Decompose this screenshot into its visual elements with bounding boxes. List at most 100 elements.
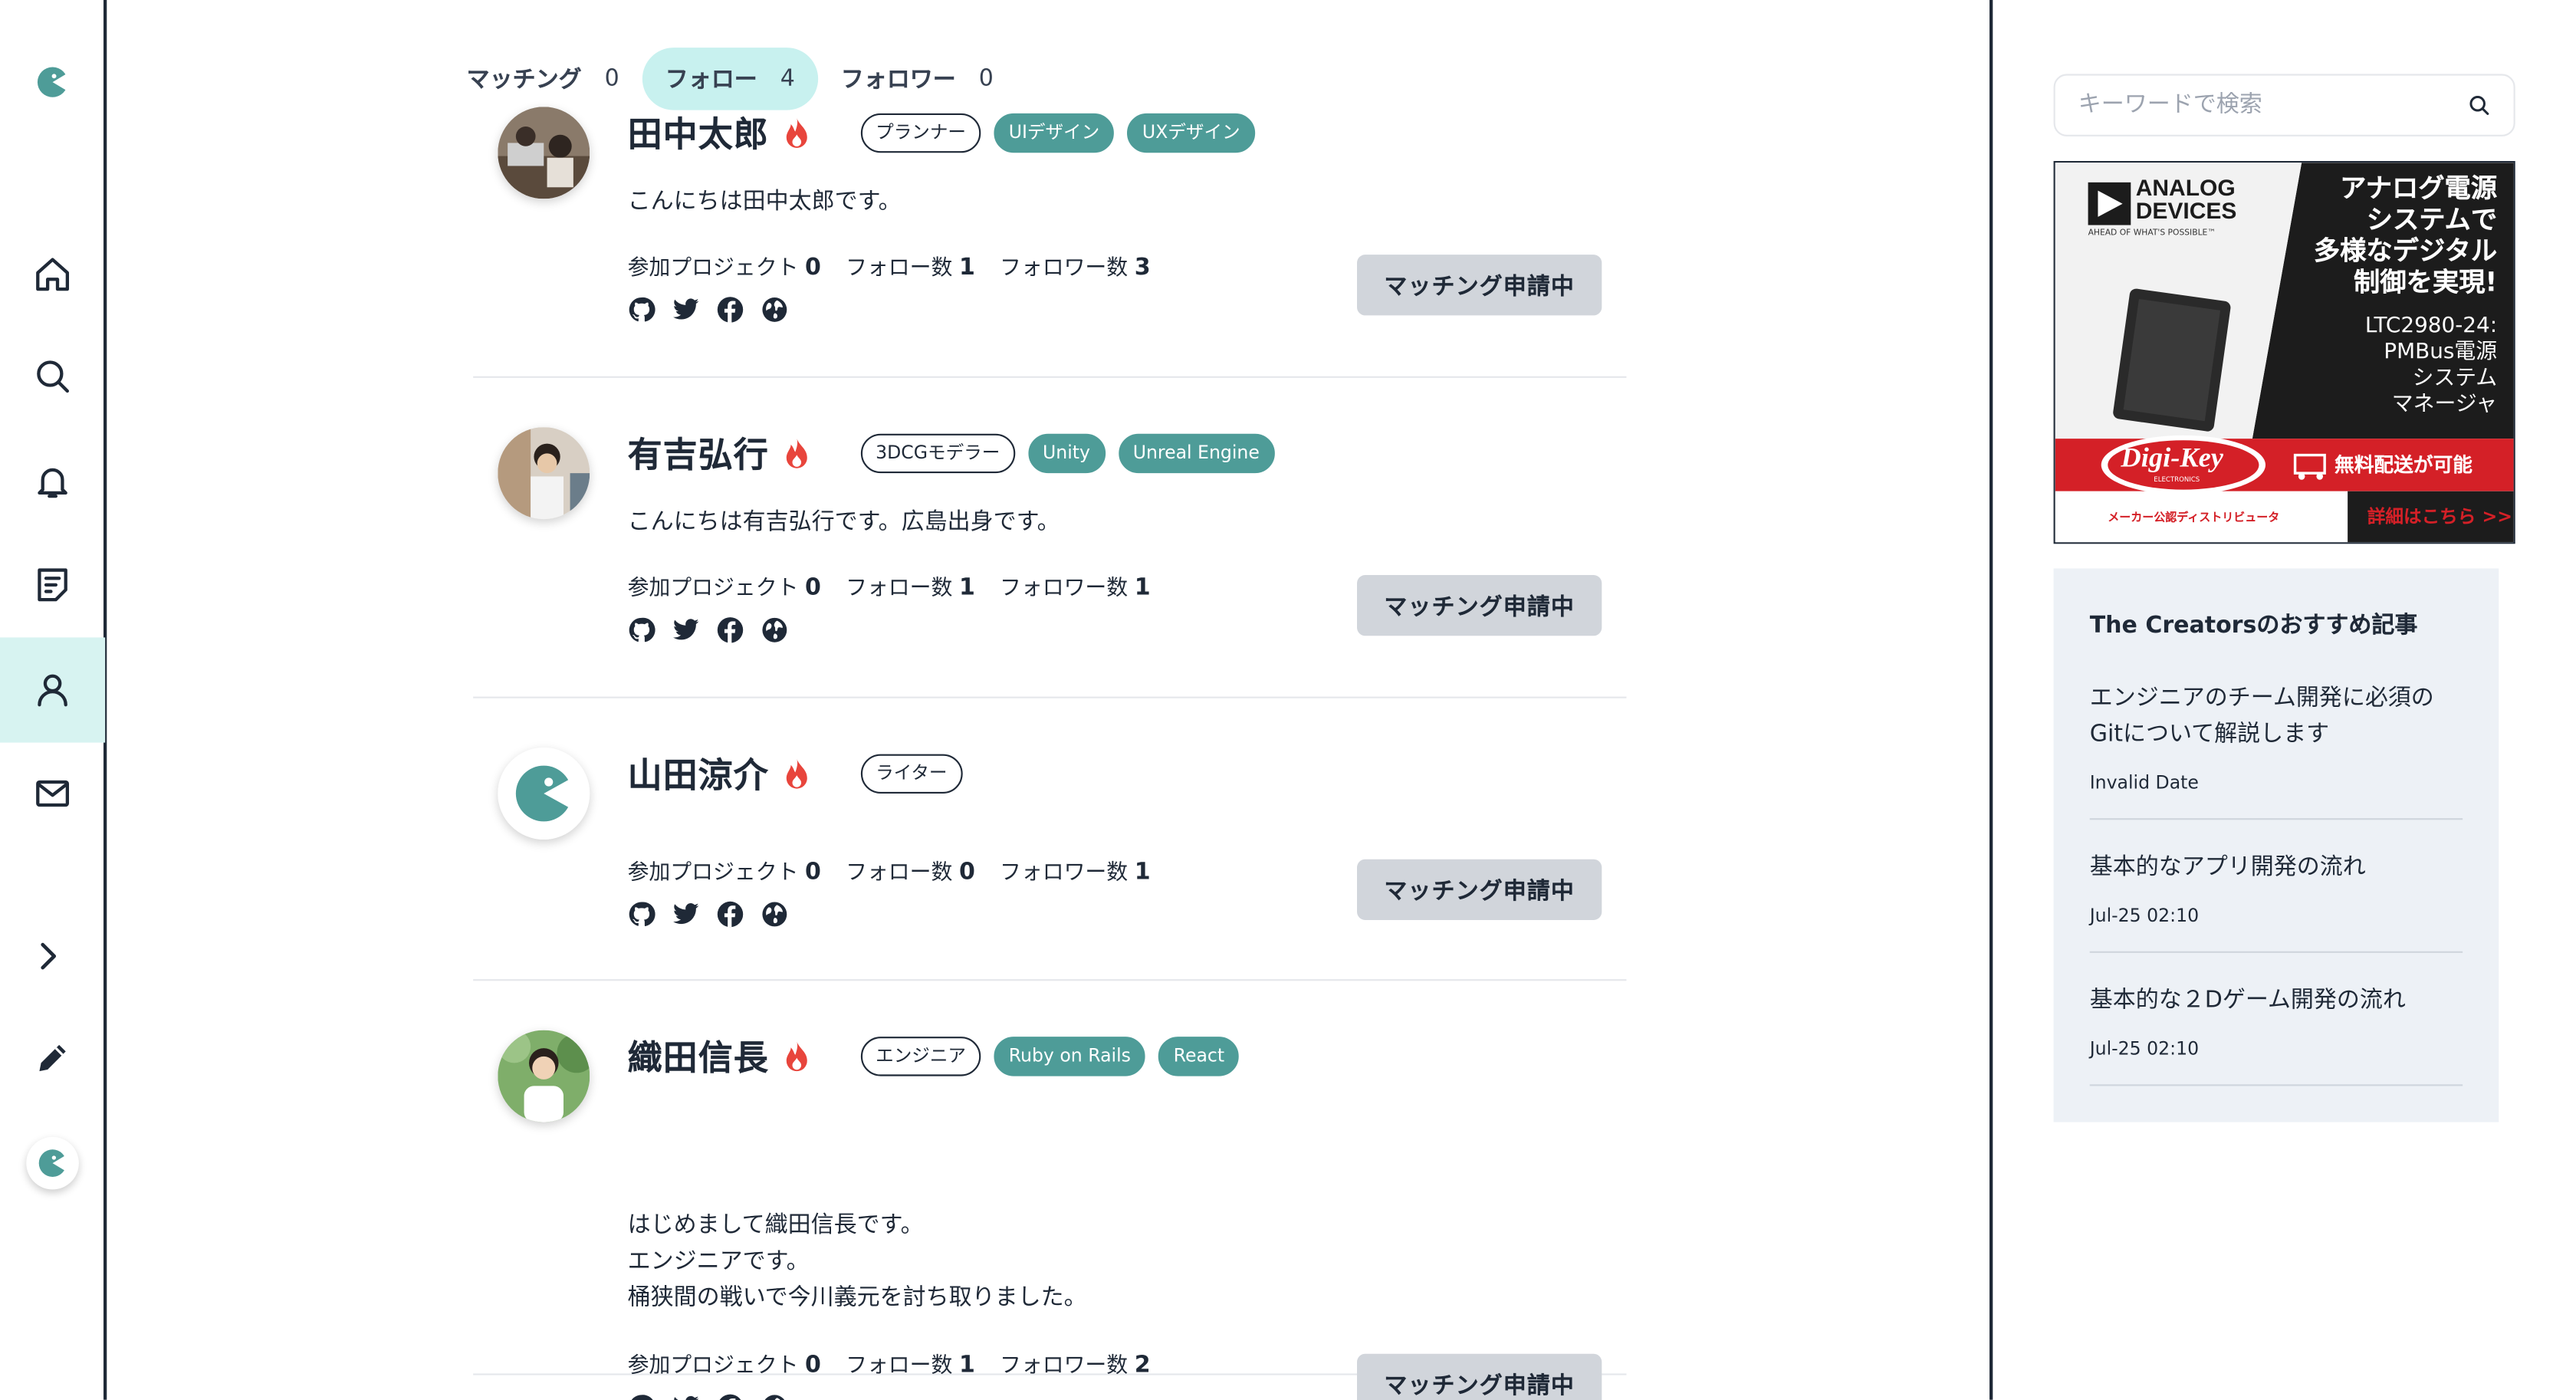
ad-headline: アナログ電源 システムで 多様なデジタル 制御を実現! [2313, 173, 2498, 297]
ad-shipping: 無料配送が可能 [2334, 453, 2473, 477]
search-icon[interactable] [2468, 94, 2491, 117]
globe-icon[interactable] [761, 1393, 788, 1400]
article-title[interactable]: エンジニアのチーム開発に必須のGitについて解説します [2090, 680, 2463, 752]
article-date: Jul-25 02:10 [2089, 1038, 2200, 1060]
stat-followers: フォロワー数 1 [999, 575, 1151, 602]
facebook-icon[interactable] [716, 1393, 744, 1400]
social-links [628, 616, 789, 644]
stat-projects: 参加プロジェクト 0 [627, 859, 821, 886]
user-tags: プランナー UIデザイン UXデザイン [860, 113, 1255, 153]
article-title[interactable]: 基本的な２Dゲーム開発の流れ [2090, 982, 2463, 1018]
user-avatar[interactable] [498, 1030, 590, 1122]
article-item[interactable]: 基本的なアプリ開発の流れ Jul-25 02:10 [2089, 850, 2463, 953]
user-avatar[interactable] [498, 747, 590, 840]
user-header: 織田信長 エンジニア Ruby on Rails React [628, 1032, 1240, 1081]
article-title[interactable]: 基本的なアプリ開発の流れ [2090, 850, 2463, 886]
tab-label: マッチング [466, 67, 582, 94]
user-tags: エンジニア Ruby on Rails React [860, 1037, 1240, 1076]
twitter-icon[interactable] [672, 1393, 699, 1400]
user-header: 有吉弘行 3DCGモデラー Unity Unreal Engine [628, 429, 1275, 478]
user-tags: ライター [860, 754, 962, 794]
user-card: 織田信長 エンジニア Ruby on Rails React はじめまして織田信… [473, 981, 1627, 1400]
stat-follows: フォロー数 0 [846, 859, 975, 886]
user-avatar[interactable] [498, 107, 590, 199]
skill-tag: Ruby on Rails [994, 1037, 1146, 1076]
flame-icon [786, 118, 807, 148]
search-box [2053, 74, 2515, 136]
tab-count: 4 [780, 65, 795, 92]
globe-icon[interactable] [761, 616, 788, 644]
social-links [628, 900, 789, 928]
user-card: 田中太郎 プランナー UIデザイン UXデザイン こんにちは田中太郎です。 参加… [473, 99, 1627, 378]
github-icon[interactable] [628, 900, 656, 928]
ad-brand: ANALOG DEVICES [2135, 174, 2237, 224]
social-links [628, 1393, 789, 1400]
bell-icon[interactable] [0, 429, 105, 534]
facebook-icon[interactable] [716, 900, 744, 928]
skill-tag: Unreal Engine [1118, 433, 1275, 474]
tab-count: 0 [604, 65, 619, 92]
tab-label: フォロワー [840, 67, 956, 94]
stat-projects: 参加プロジェクト 0 [627, 575, 821, 602]
matching-request-button[interactable]: マッチング申請中 [1357, 575, 1602, 636]
role-tag: 3DCGモデラー [860, 433, 1015, 474]
ad-distributor-sub: ELECTRONICS [2154, 475, 2200, 483]
user-card: 有吉弘行 3DCGモデラー Unity Unreal Engine こんにちは有… [473, 378, 1627, 698]
twitter-icon[interactable] [672, 296, 699, 324]
pencil-icon[interactable] [0, 1005, 105, 1110]
flame-icon [786, 439, 807, 468]
matching-request-button[interactable]: マッチング申請中 [1357, 859, 1602, 920]
skill-tag: React [1158, 1037, 1240, 1076]
github-icon[interactable] [628, 616, 656, 644]
article-date: Jul-25 02:10 [2089, 905, 2200, 927]
left-rail [0, 0, 107, 1400]
twitter-icon[interactable] [672, 616, 699, 644]
mail-icon[interactable] [0, 741, 105, 846]
user-name[interactable]: 有吉弘行 [628, 429, 769, 478]
github-icon[interactable] [628, 1393, 656, 1400]
tab-label: フォロー [665, 67, 757, 94]
search-input[interactable] [2078, 92, 2468, 119]
recommended-articles: The Creatorsのおすすめ記事 エンジニアのチーム開発に必須のGitにつ… [2053, 568, 2499, 1122]
matching-request-button[interactable]: マッチング申請中 [1357, 1353, 1602, 1400]
profile-avatar[interactable] [0, 1111, 105, 1216]
ad-footer-left: メーカー公認ディストリビュータ [2108, 511, 2280, 524]
globe-icon[interactable] [761, 296, 788, 324]
expand-chevron-icon[interactable] [0, 904, 100, 1009]
ad-cta[interactable]: 詳細はこちら >> [2367, 503, 2512, 529]
role-tag: エンジニア [860, 1037, 981, 1076]
facebook-icon[interactable] [716, 616, 744, 644]
right-pane-divider [1990, 0, 1993, 1400]
ad-tagline: AHEAD OF WHAT'S POSSIBLE™ [2088, 228, 2216, 238]
articles-icon[interactable] [0, 532, 105, 637]
user-icon[interactable] [0, 637, 106, 743]
search-nav-icon[interactable] [0, 324, 105, 429]
user-avatar[interactable] [498, 427, 590, 520]
stat-followers: フォロワー数 3 [999, 255, 1151, 281]
stat-projects: 参加プロジェクト 0 [627, 1352, 821, 1379]
app-logo-icon[interactable] [0, 30, 105, 135]
user-name[interactable]: 山田涼介 [628, 749, 769, 798]
github-icon[interactable] [628, 296, 656, 324]
twitter-icon[interactable] [672, 900, 699, 928]
facebook-icon[interactable] [716, 296, 744, 324]
stat-followers: フォロワー数 2 [999, 1352, 1151, 1379]
user-stats: 参加プロジェクト 0 フォロー数 1 フォロワー数 3 [628, 250, 1151, 281]
stat-follows: フォロー数 1 [846, 255, 975, 281]
user-bio: こんにちは有吉弘行です。広島出身です。 [627, 509, 1060, 536]
ad-banner[interactable]: ANALOG DEVICES AHEAD OF WHAT'S POSSIBLE™ … [2053, 161, 2515, 544]
user-stats: 参加プロジェクト 0 フォロー数 1 フォロワー数 1 [627, 570, 1151, 602]
matching-request-button[interactable]: マッチング申請中 [1357, 255, 1602, 316]
ad-distributor: Digi-Key [2121, 442, 2223, 474]
article-item[interactable]: エンジニアのチーム開発に必須のGitについて解説します Invalid Date [2089, 680, 2463, 820]
user-header: 山田涼介 ライター [628, 749, 962, 798]
home-icon[interactable] [0, 222, 105, 327]
social-links [628, 296, 789, 324]
user-card: 山田涼介 ライター 参加プロジェクト 0 フォロー数 0 フォロワー数 1 マッチング… [473, 698, 1627, 981]
user-name[interactable]: 田中太郎 [628, 108, 769, 157]
role-tag: プランナー [860, 113, 981, 153]
article-item[interactable]: 基本的な２Dゲーム開発の流れ Jul-25 02:10 [2089, 982, 2463, 1086]
stat-projects: 参加プロジェクト 0 [627, 255, 821, 281]
user-name[interactable]: 織田信長 [628, 1032, 769, 1081]
globe-icon[interactable] [761, 900, 788, 928]
